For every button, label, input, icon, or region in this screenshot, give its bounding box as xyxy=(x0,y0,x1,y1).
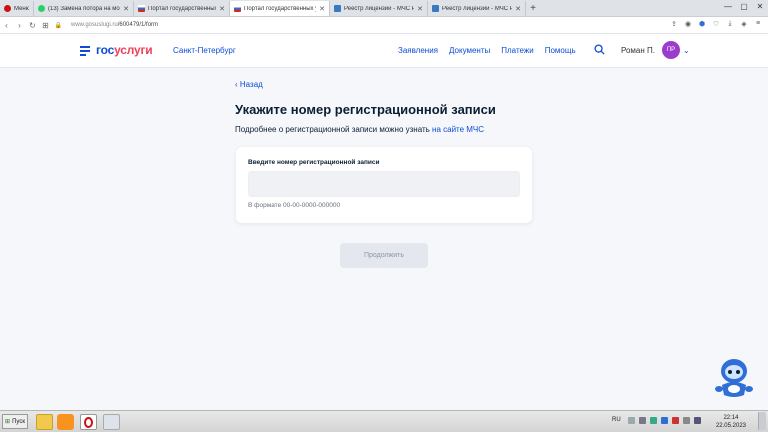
nav-applications[interactable]: Заявления xyxy=(398,46,438,55)
taskbar: ⊞ Пуск RU 22:14 22.05.2023 xyxy=(0,410,768,432)
window-controls: — ▢ ✕ xyxy=(720,0,768,16)
gosuslugi-logo[interactable]: госуслуги xyxy=(96,43,153,57)
shield-icon[interactable]: ⬢ xyxy=(698,20,706,28)
opera-icon xyxy=(4,5,11,12)
close-icon[interactable]: ✕ xyxy=(319,5,325,13)
url-host: www.gosuslugi.ru xyxy=(71,22,118,28)
address-bar: ‹ › ↻ ⊞ 🔒 www.gosuslugi.ru/600479/1/form… xyxy=(0,17,768,34)
main-nav: Заявления Документы Платежи Помощь xyxy=(398,46,587,55)
language-indicator[interactable]: RU xyxy=(612,417,621,423)
robot-assistant-icon[interactable] xyxy=(712,355,756,401)
search-icon[interactable] xyxy=(594,44,605,55)
volume-icon[interactable] xyxy=(639,417,646,424)
whatsapp-icon xyxy=(38,5,45,12)
tray-app-icon-4[interactable] xyxy=(694,417,701,424)
browser-extensions: ⇪ ◉ ⬢ ♡ ⤓ ◈ ≡ xyxy=(670,20,762,28)
url-path: /600479/1/form xyxy=(117,22,159,28)
field-label: Введите номер регистрационной записи xyxy=(248,159,380,166)
media-player-icon[interactable] xyxy=(57,414,74,430)
tab-gosuslugi-1[interactable]: Портал государственных у ✕ xyxy=(134,1,230,16)
show-desktop-button[interactable] xyxy=(758,412,766,430)
page-title: Укажите номер регистрационной записи xyxy=(235,102,496,117)
windows-logo-icon: ⊞ xyxy=(5,419,11,425)
logo-part-blue: гос xyxy=(96,43,115,57)
back-link[interactable]: ‹ Назад xyxy=(235,80,263,89)
back-arrow-icon[interactable]: ‹ xyxy=(0,21,13,30)
chevron-down-icon[interactable]: ⌄ xyxy=(683,46,690,55)
registration-form-card: Введите номер регистрационной записи В ф… xyxy=(236,147,532,223)
close-window-icon[interactable]: ✕ xyxy=(752,0,768,16)
clock-time: 22:14 xyxy=(723,415,739,421)
clock[interactable]: 22:14 22.05.2023 xyxy=(716,414,746,430)
close-icon[interactable]: ✕ xyxy=(515,5,521,13)
start-label: Пуск xyxy=(12,418,25,425)
tray-app-icon-2[interactable] xyxy=(672,417,679,424)
maximize-icon[interactable]: ▢ xyxy=(736,0,752,16)
gosuslugi-icon xyxy=(138,5,145,12)
close-icon[interactable]: ✕ xyxy=(219,5,225,13)
start-button[interactable]: ⊞ Пуск xyxy=(2,414,28,429)
continue-button[interactable]: Продолжить xyxy=(340,243,428,268)
mchs-site-link[interactable]: на сайте МЧС xyxy=(432,125,484,134)
tab-label: Реестр лицензий - МЧС Росс xyxy=(442,5,512,12)
reload-icon[interactable]: ↻ xyxy=(26,21,39,30)
camera-icon[interactable]: ◉ xyxy=(684,20,692,28)
registration-number-input[interactable] xyxy=(248,171,520,197)
tray-app-icon[interactable] xyxy=(661,417,668,424)
avatar[interactable]: ПР xyxy=(662,41,680,59)
tab-label: (13) Замена потора на мо xyxy=(48,5,120,12)
gosuslugi-icon xyxy=(234,5,241,12)
heart-icon[interactable]: ♡ xyxy=(712,20,720,28)
region-selector[interactable]: Санкт-Петербург xyxy=(173,46,236,55)
site-header: госуслуги Санкт-Петербург Заявления Доку… xyxy=(0,34,768,68)
tab-mchs-1[interactable]: Реестр лицензий - МЧС Росс ✕ xyxy=(330,1,428,16)
nav-help[interactable]: Помощь xyxy=(545,46,576,55)
forward-arrow-icon[interactable]: › xyxy=(13,21,26,30)
subtitle-text: Подробнее о регистрационной записи можно… xyxy=(235,125,433,134)
tab-gosuslugi-2[interactable]: Портал государственных у ✕ xyxy=(230,1,330,16)
field-hint: В формате 00-00-0000-000000 xyxy=(248,202,341,209)
folder-icon[interactable] xyxy=(36,414,53,430)
logo-part-red: услуги xyxy=(114,43,153,57)
page-subtitle: Подробнее о регистрационной записи можно… xyxy=(235,125,484,134)
chevron-left-icon: ‹ xyxy=(235,80,238,89)
system-tray: RU 22:14 22.05.2023 xyxy=(608,411,768,432)
close-icon[interactable]: ✕ xyxy=(123,5,129,13)
mchs-icon xyxy=(432,5,439,12)
settings-icon[interactable]: ≡ xyxy=(754,20,762,28)
tab-label: Реестр лицензий - МЧС Росс xyxy=(344,5,414,12)
tab-whatsapp[interactable]: (13) Замена потора на мо ✕ xyxy=(34,1,134,16)
tray-app-icon-3[interactable] xyxy=(683,417,690,424)
network-icon[interactable] xyxy=(628,417,635,424)
minimize-icon[interactable]: — xyxy=(720,0,736,16)
opera-taskbar-button[interactable] xyxy=(80,414,97,430)
paint-icon[interactable] xyxy=(103,414,120,430)
tab-label: Меню xyxy=(14,5,29,12)
browser-tab-bar: Меню (13) Замена потора на мо ✕ Портал г… xyxy=(0,0,768,17)
share-icon[interactable]: ⇪ xyxy=(670,20,678,28)
user-name[interactable]: Роман П. xyxy=(621,46,655,55)
tab-mchs-2[interactable]: Реестр лицензий - МЧС Росс ✕ xyxy=(428,1,526,16)
tab-menu[interactable]: Меню xyxy=(0,1,34,16)
antivirus-icon[interactable] xyxy=(650,417,657,424)
nav-documents[interactable]: Документы xyxy=(449,46,490,55)
download-icon[interactable]: ⤓ xyxy=(726,20,734,28)
close-icon[interactable]: ✕ xyxy=(417,5,423,13)
menu-icon[interactable] xyxy=(80,46,90,56)
clock-date: 22.05.2023 xyxy=(715,423,746,429)
mchs-icon xyxy=(334,5,341,12)
url-field[interactable]: www.gosuslugi.ru/600479/1/form xyxy=(71,22,158,28)
lock-icon: 🔒 xyxy=(54,22,63,29)
new-tab-button[interactable]: + xyxy=(526,1,540,16)
cube-icon[interactable]: ◈ xyxy=(740,20,748,28)
opera-icon xyxy=(84,417,93,428)
back-label: Назад xyxy=(239,80,263,89)
tab-label: Портал государственных у xyxy=(148,5,217,12)
home-grid-icon[interactable]: ⊞ xyxy=(39,21,52,30)
tab-label: Портал государственных у xyxy=(244,5,317,12)
nav-payments[interactable]: Платежи xyxy=(501,46,533,55)
